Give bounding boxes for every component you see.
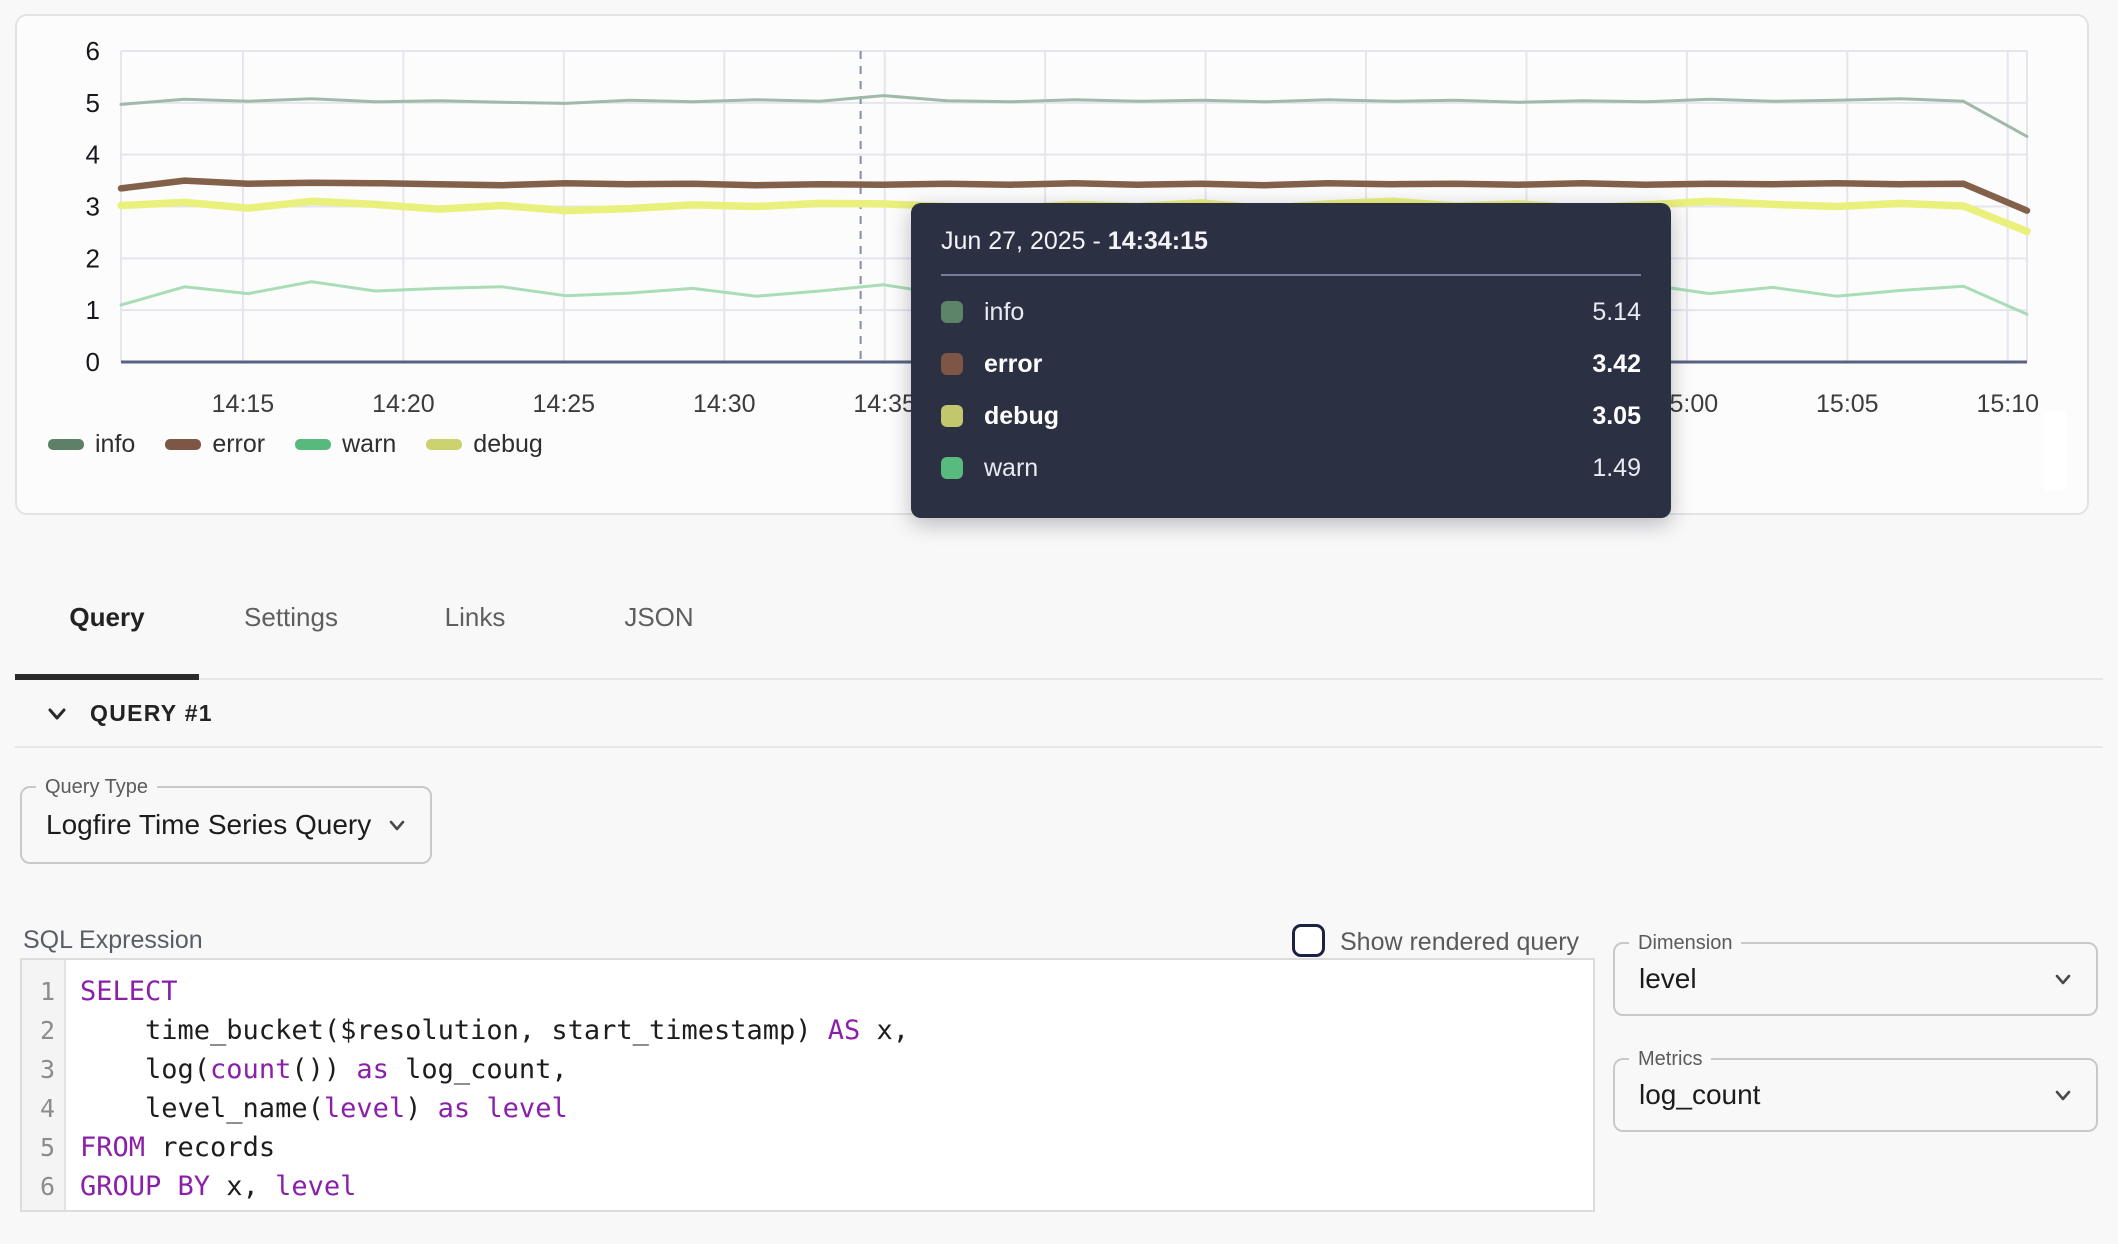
tooltip-series-value: 1.49 bbox=[1592, 454, 1641, 483]
code-line-5: FROM records bbox=[80, 1128, 1593, 1167]
line-number: 6 bbox=[22, 1167, 64, 1206]
line-number-gutter: 123456 bbox=[22, 960, 66, 1210]
chevron-down-icon bbox=[382, 810, 412, 840]
tab-settings[interactable]: Settings bbox=[199, 584, 383, 650]
code-line-1: SELECT bbox=[80, 972, 1593, 1011]
query-1-section-header[interactable]: QUERY #1 bbox=[44, 700, 213, 727]
chart-tooltip: Jun 27, 2025 - 14:34:15 info 5.14 error 3.4… bbox=[911, 203, 1671, 518]
dimension-select[interactable]: Dimension level bbox=[1613, 942, 2098, 1016]
tooltip-series-value: 3.42 bbox=[1592, 350, 1641, 379]
tab-divider bbox=[15, 678, 2103, 680]
svg-text:4: 4 bbox=[86, 140, 100, 170]
svg-text:3: 3 bbox=[86, 192, 100, 222]
legend-swatch-error bbox=[165, 439, 201, 450]
dimension-value: level bbox=[1639, 944, 1697, 1014]
sql-expression-label: SQL Expression bbox=[23, 926, 203, 955]
legend-label: error bbox=[212, 430, 265, 459]
tooltip-series-value: 3.05 bbox=[1592, 402, 1641, 431]
line-number: 3 bbox=[22, 1050, 64, 1089]
metrics-value: log_count bbox=[1639, 1060, 1760, 1130]
tooltip-row-warn: warn 1.49 bbox=[941, 442, 1641, 494]
tooltip-row-debug: debug 3.05 bbox=[941, 390, 1641, 442]
chevron-down-icon bbox=[2048, 1080, 2078, 1110]
legend-swatch-debug bbox=[426, 439, 462, 450]
svg-text:5: 5 bbox=[86, 88, 100, 118]
legend-item-debug[interactable]: debug bbox=[426, 430, 543, 459]
query-type-select[interactable]: Query Type Logfire Time Series Query bbox=[20, 786, 432, 864]
line-number: 1 bbox=[22, 972, 64, 1011]
svg-text:14:25: 14:25 bbox=[533, 390, 596, 418]
code-line-4: level_name(level) as level bbox=[80, 1089, 1593, 1128]
code-line-3: log(count()) as log_count, bbox=[80, 1050, 1593, 1089]
tooltip-swatch-debug bbox=[941, 405, 963, 427]
tooltip-series-value: 5.14 bbox=[1592, 298, 1641, 327]
query-section-title: QUERY #1 bbox=[90, 700, 213, 727]
svg-text:0: 0 bbox=[86, 347, 100, 377]
sql-code-area[interactable]: SELECT time_bucket($resolution, start_ti… bbox=[66, 960, 1593, 1210]
tooltip-header: Jun 27, 2025 - 14:34:15 bbox=[941, 227, 1641, 256]
svg-text:1: 1 bbox=[86, 295, 100, 325]
tooltip-swatch-info bbox=[941, 301, 963, 323]
tab-bar: QuerySettingsLinksJSON bbox=[15, 584, 751, 650]
code-line-2: time_bucket($resolution, start_timestamp… bbox=[80, 1011, 1593, 1050]
svg-text:14:30: 14:30 bbox=[693, 390, 756, 418]
line-number: 5 bbox=[22, 1128, 64, 1167]
chart-scrollbar-thumb[interactable] bbox=[2044, 411, 2066, 491]
tooltip-time: 14:34:15 bbox=[1108, 227, 1208, 255]
chevron-down-icon bbox=[2048, 964, 2078, 994]
code-line-6: GROUP BY x, level bbox=[80, 1167, 1593, 1206]
tooltip-series-name: error bbox=[984, 350, 1042, 379]
svg-text:2: 2 bbox=[86, 243, 100, 273]
legend-label: debug bbox=[473, 430, 543, 459]
show-rendered-query-label: Show rendered query bbox=[1340, 928, 1579, 957]
legend-swatch-warn bbox=[295, 439, 331, 450]
query-type-value: Logfire Time Series Query bbox=[46, 788, 371, 862]
tooltip-series-name: debug bbox=[984, 402, 1059, 431]
tooltip-date: Jun 27, 2025 - bbox=[941, 227, 1108, 255]
tooltip-row-error: error 3.42 bbox=[941, 338, 1641, 390]
chart-legend: info error warn debug bbox=[48, 430, 543, 459]
legend-swatch-info bbox=[48, 439, 84, 450]
legend-label: warn bbox=[342, 430, 396, 459]
svg-text:14:20: 14:20 bbox=[372, 390, 435, 418]
svg-text:14:35: 14:35 bbox=[853, 390, 916, 418]
section-divider bbox=[15, 746, 2103, 748]
tooltip-divider bbox=[941, 274, 1641, 276]
svg-text:15:05: 15:05 bbox=[1816, 390, 1879, 418]
tooltip-series-name: warn bbox=[984, 454, 1038, 483]
tab-json[interactable]: JSON bbox=[567, 584, 751, 650]
line-number: 2 bbox=[22, 1011, 64, 1050]
chevron-down-icon bbox=[44, 701, 70, 727]
tab-query[interactable]: Query bbox=[15, 584, 199, 650]
legend-item-info[interactable]: info bbox=[48, 430, 135, 459]
tab-links[interactable]: Links bbox=[383, 584, 567, 650]
metrics-select[interactable]: Metrics log_count bbox=[1613, 1058, 2098, 1132]
line-number: 4 bbox=[22, 1089, 64, 1128]
svg-text:14:15: 14:15 bbox=[212, 390, 275, 418]
tooltip-swatch-error bbox=[941, 353, 963, 375]
tooltip-series-name: info bbox=[984, 298, 1024, 327]
svg-text:6: 6 bbox=[86, 36, 100, 66]
legend-item-warn[interactable]: warn bbox=[295, 430, 396, 459]
tooltip-swatch-warn bbox=[941, 457, 963, 479]
show-rendered-query-checkbox[interactable] bbox=[1292, 924, 1325, 957]
legend-label: info bbox=[95, 430, 135, 459]
tooltip-rows: info 5.14 error 3.42 debug 3.05 warn 1.49 bbox=[941, 286, 1641, 494]
svg-text:15:10: 15:10 bbox=[1976, 390, 2039, 418]
query-editor-page: 012345614:1514:2014:2514:3014:3514:4014:… bbox=[0, 0, 2118, 1244]
legend-item-error[interactable]: error bbox=[165, 430, 265, 459]
sql-code-editor[interactable]: 123456 SELECT time_bucket($resolution, s… bbox=[20, 958, 1595, 1212]
active-tab-underline bbox=[15, 674, 199, 680]
tooltip-row-info: info 5.14 bbox=[941, 286, 1641, 338]
